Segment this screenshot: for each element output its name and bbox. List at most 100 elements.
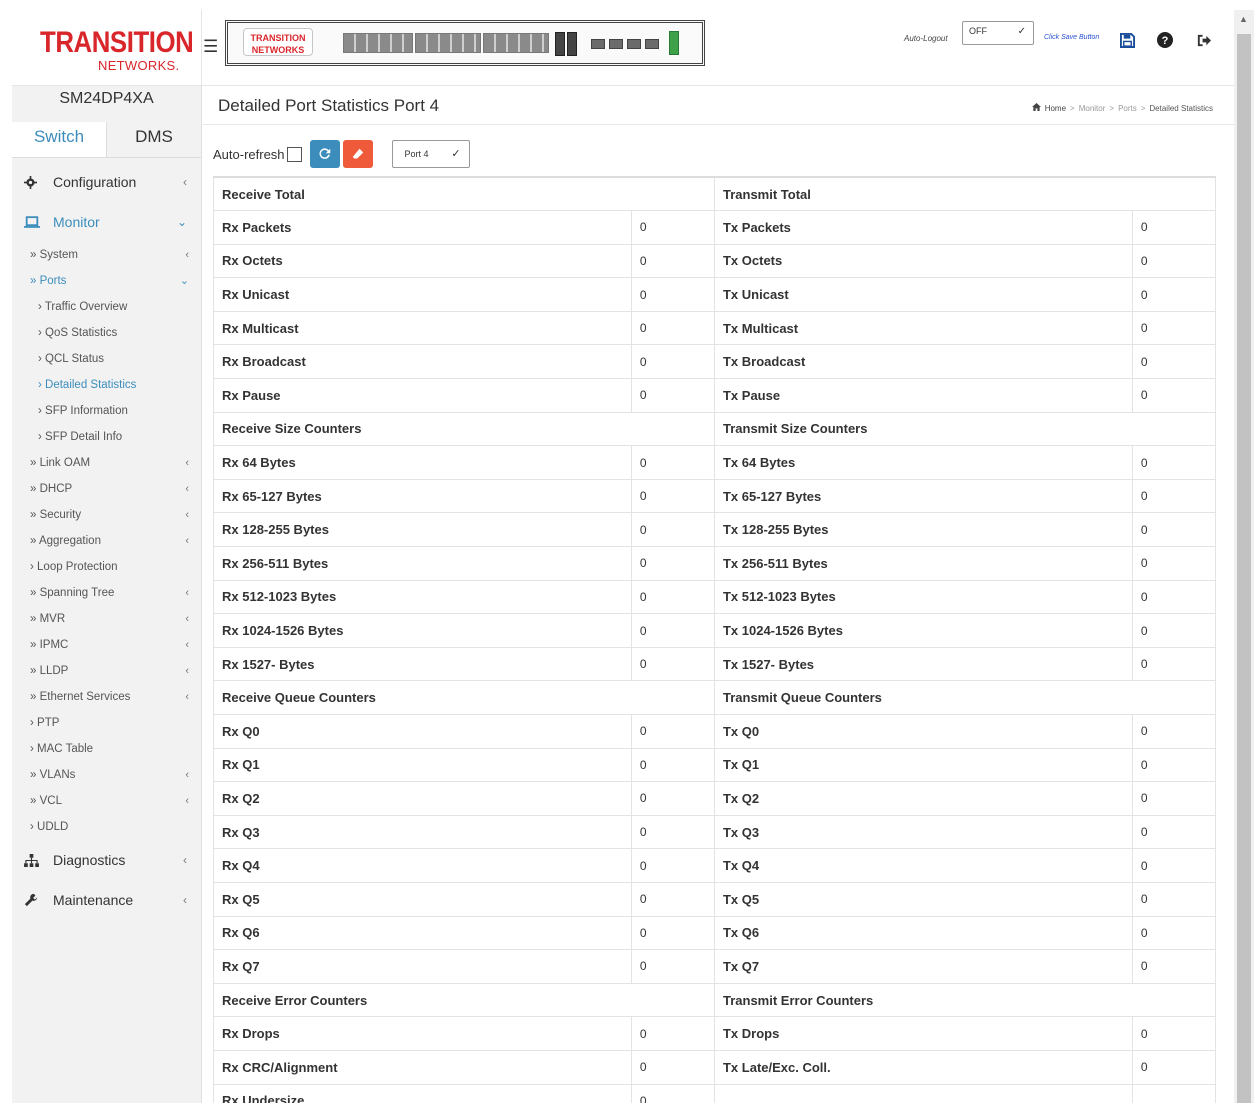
refresh-button[interactable]	[309, 140, 340, 168]
nav-item-label: » MVR	[30, 613, 66, 625]
nav-item-label: › PTP	[30, 717, 60, 729]
logout-icon[interactable]	[1194, 31, 1212, 49]
nav-diagnostics[interactable]: Diagnostics ‹	[12, 840, 201, 880]
wrench-icon	[24, 893, 42, 907]
nav-monitor-security[interactable]: » Security ‹	[12, 502, 201, 528]
nav-monitor-aggregation[interactable]: » Aggregation ‹	[12, 528, 201, 554]
table-row: Rx 1024-1526 Bytes 0 Tx 1024-1526 Bytes 0	[213, 613, 1217, 648]
table-row: Rx Unicast 0 Tx Unicast 0	[213, 277, 1217, 312]
tab-dms[interactable]: DMS	[107, 122, 201, 157]
nav-configuration[interactable]: Configuration ‹	[12, 162, 201, 202]
device-name: SM24DP4XA	[59, 90, 154, 107]
port-block[interactable]	[415, 33, 481, 53]
counter-label: Tx 256-511 Bytes	[713, 546, 1133, 581]
counter-label: Rx 128-255 Bytes	[213, 512, 632, 548]
port-select[interactable]: Port 4 ✓	[391, 140, 470, 168]
uplink-port[interactable]	[609, 39, 623, 49]
nav-ports-traffic-overview[interactable]: › Traffic Overview	[12, 294, 201, 320]
counter-value: 0	[630, 478, 715, 514]
nav-monitor-dhcp[interactable]: » DHCP ‹	[12, 476, 201, 502]
nav-monitor-spanning-tree[interactable]: » Spanning Tree ‹	[12, 580, 201, 606]
brand-logo[interactable]: TRANSITION NETWORKS.	[12, 10, 202, 86]
auto-refresh-checkbox[interactable]	[286, 146, 302, 162]
counter-value: 0	[630, 781, 715, 816]
section-heading: Receive Total	[213, 176, 715, 212]
nav-monitor-ports[interactable]: » Ports ⌄	[12, 268, 201, 294]
counter-value: 0	[630, 613, 715, 648]
table-row: Rx Q6 0 Tx Q6 0	[213, 915, 1217, 951]
counter-label: Tx Q3	[713, 814, 1133, 850]
nav-monitor-ethernet-services[interactable]: » Ethernet Services ‹	[12, 684, 201, 710]
port-block[interactable]	[483, 33, 549, 53]
port-block[interactable]	[343, 33, 413, 53]
nav-monitor-mvr[interactable]: » MVR ‹	[12, 606, 201, 632]
tab-switch[interactable]: Switch	[12, 122, 107, 157]
counter-label: Rx Broadcast	[213, 344, 632, 380]
uplink-port[interactable]	[591, 39, 605, 49]
nav-ports-qos-statistics[interactable]: › QoS Statistics	[12, 320, 201, 346]
divider	[203, 124, 1234, 125]
nav-monitor-link-oam[interactable]: » Link OAM ‹	[12, 450, 201, 476]
scroll-thumb[interactable]	[1237, 34, 1251, 1103]
app-window: TRANSITION NETWORKS. ☰ TRANSITION NETWOR…	[0, 0, 1254, 1103]
counter-label: Rx Q1	[213, 747, 632, 783]
uplink-port[interactable]	[645, 39, 659, 49]
counter-value: 0	[1131, 378, 1217, 413]
counter-label: Rx 512-1023 Bytes	[213, 579, 632, 615]
nav-maintenance[interactable]: Maintenance ‹	[12, 880, 201, 920]
help-icon[interactable]: ?	[1156, 31, 1174, 49]
nav-monitor-ptp[interactable]: › PTP	[12, 710, 201, 736]
nav-item-label: » LLDP	[30, 665, 69, 677]
sfp-port[interactable]	[555, 32, 565, 56]
clear-button[interactable]	[342, 140, 373, 168]
nav-monitor-vcl[interactable]: » VCL ‹	[12, 788, 201, 814]
nav-monitor-udld[interactable]: › UDLD	[12, 814, 201, 840]
menu-toggle-icon[interactable]: ☰	[203, 37, 218, 57]
nav-monitor-ipmc[interactable]: » IPMC ‹	[12, 632, 201, 658]
nav-item-label: » Aggregation	[30, 535, 101, 547]
nav-monitor-lldp[interactable]: » LLDP ‹	[12, 658, 201, 684]
sfp-port[interactable]	[567, 32, 577, 56]
home-icon	[1031, 103, 1041, 113]
counter-value: 0	[1131, 949, 1217, 984]
nav-monitor-mac-table[interactable]: › MAC Table	[12, 736, 201, 762]
nav-ports-detailed-statistics[interactable]: › Detailed Statistics	[12, 372, 201, 398]
logo-wordmark: TRANSITION	[40, 26, 194, 59]
counter-value: 0	[1131, 512, 1217, 548]
counter-label: Tx 1024-1526 Bytes	[713, 613, 1133, 648]
nav-monitor-system[interactable]: » System ‹	[12, 242, 201, 268]
scrollbar[interactable]: ▲	[1234, 10, 1254, 1103]
main-content: Detailed Port Statistics Port 4 Home > M…	[203, 86, 1234, 1103]
counter-value: 0	[1131, 243, 1217, 279]
save-icon[interactable]	[1118, 31, 1136, 49]
switch-front-panel[interactable]: TRANSITION NETWORKS	[225, 20, 705, 66]
nav-monitor-vlans[interactable]: » VLANs ‹	[12, 762, 201, 788]
toolbar: Auto-refresh Port 4 ✓	[213, 139, 470, 169]
laptop-icon	[24, 215, 42, 229]
counter-value: 0	[1131, 478, 1217, 514]
statistics-table: Receive Total Transmit Total Rx Packets 0 Tx…	[213, 176, 1217, 1103]
save-hint-link[interactable]: Click Save Button	[1044, 34, 1099, 41]
table-row: Rx Pause 0 Tx Pause 0	[213, 378, 1217, 413]
counter-label: Rx 1024-1526 Bytes	[213, 613, 632, 648]
counter-value: 0	[630, 714, 715, 749]
auto-logout-select[interactable]: OFF ✓	[962, 21, 1034, 45]
nav-monitor[interactable]: Monitor ⌄	[12, 202, 201, 242]
scroll-up-icon[interactable]: ▲	[1239, 14, 1248, 24]
chevron-left-icon: ‹	[185, 509, 189, 521]
nav-ports-qcl-status[interactable]: › QCL Status	[12, 346, 201, 372]
table-row: Rx Broadcast 0 Tx Broadcast 0	[213, 344, 1217, 380]
nav-monitor-loop-protection[interactable]: › Loop Protection	[12, 554, 201, 580]
nav-item-label: » DHCP	[30, 483, 73, 495]
nav-ports-sfp-detail-info[interactable]: › SFP Detail Info	[12, 424, 201, 450]
breadcrumb-home[interactable]: Home	[1045, 104, 1066, 113]
nav-ports-sfp-information[interactable]: › SFP Information	[12, 398, 201, 424]
uplink-port[interactable]	[627, 39, 641, 49]
breadcrumb-monitor[interactable]: Monitor	[1079, 104, 1106, 113]
counter-label: Tx Q1	[713, 747, 1133, 783]
port-select-value: Port 4	[404, 149, 429, 159]
breadcrumb-ports[interactable]: Ports	[1118, 104, 1137, 113]
counter-value: 0	[1131, 344, 1217, 380]
chevron-down-icon: ⌄	[179, 275, 189, 287]
console-port[interactable]	[669, 31, 679, 55]
